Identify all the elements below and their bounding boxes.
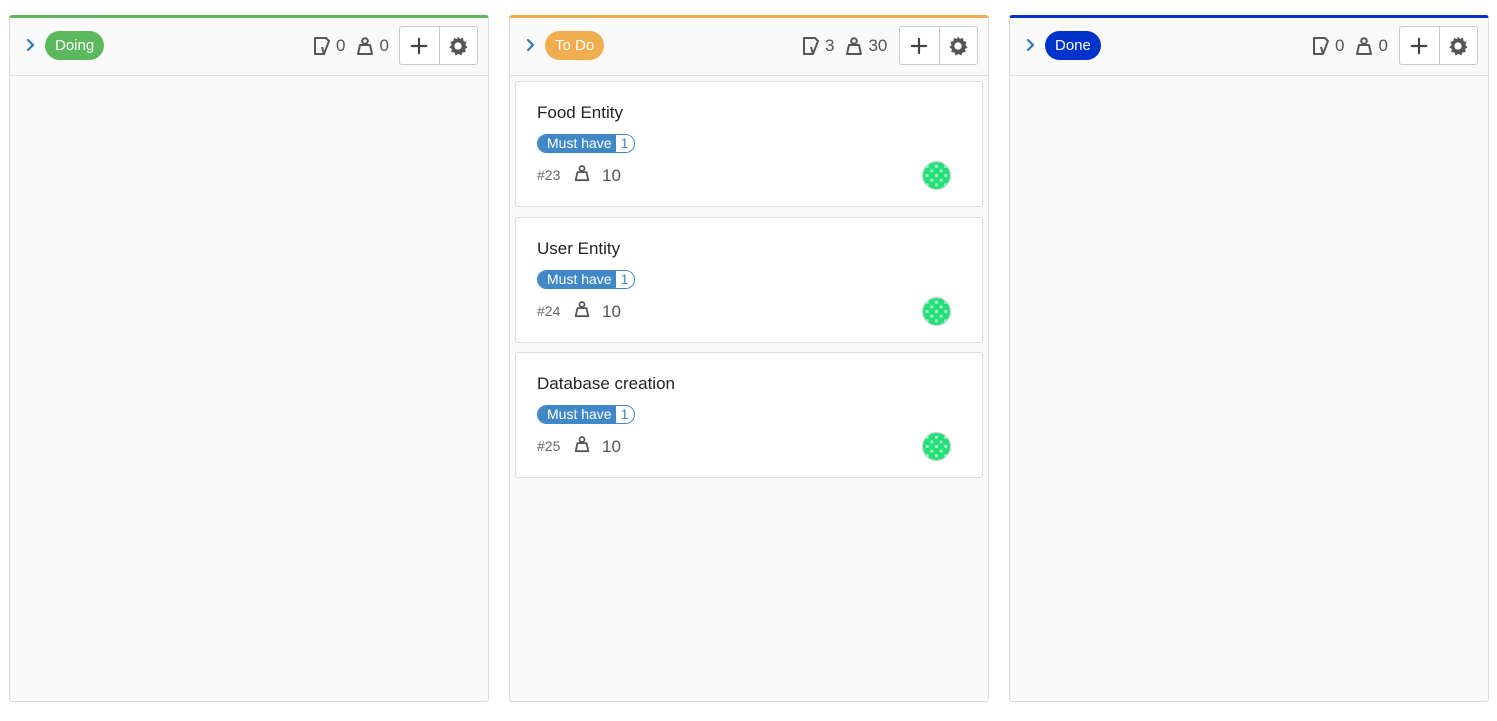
card-title[interactable]: User Entity: [537, 239, 620, 259]
card-icon: [1311, 36, 1331, 56]
gear-icon: [947, 35, 969, 57]
card-number: #25: [537, 438, 561, 454]
column-header: Doing 0 0: [10, 18, 488, 76]
chevron-right-icon[interactable]: [524, 38, 538, 52]
column-doing: Doing 0 0: [9, 15, 489, 702]
tag-count: 1: [615, 406, 635, 423]
priority-tag[interactable]: Must have 1: [537, 405, 636, 424]
column-label[interactable]: To Do: [545, 31, 605, 60]
column-done: Done 0 0: [1009, 15, 1489, 702]
card-weight: 10: [602, 166, 621, 185]
column-actions: [899, 26, 978, 65]
column-header: To Do 3 30: [510, 18, 988, 76]
add-card-button[interactable]: [1400, 27, 1439, 64]
card-weight: 10: [602, 437, 621, 456]
column-settings-button[interactable]: [438, 27, 478, 64]
card[interactable]: Database creation Must have 1 #25 10: [515, 352, 983, 478]
weight-icon: [844, 36, 864, 56]
column-stats: 0 0: [312, 35, 399, 57]
column-header: Done 0 0: [1010, 18, 1488, 76]
card-weight: 10: [602, 302, 621, 321]
column-stats: 0 0: [1311, 35, 1398, 57]
tag-label: Must have: [538, 271, 616, 288]
column-label[interactable]: Doing: [45, 31, 105, 60]
gear-icon: [1447, 35, 1469, 57]
board: Doing 0 0 To Do 3 30 Food Entity Must ha…: [0, 0, 1497, 721]
plus-icon: [410, 37, 428, 55]
weight-total: 30: [868, 36, 888, 55]
column-label[interactable]: Done: [1045, 31, 1101, 60]
card-title[interactable]: Database creation: [537, 374, 675, 394]
weight-total: 0: [379, 36, 389, 55]
tag-label: Must have: [538, 135, 616, 152]
card-number: #23: [537, 167, 561, 183]
card[interactable]: User Entity Must have 1 #24 10: [515, 217, 983, 343]
weight-total: 0: [1378, 36, 1388, 55]
weight-icon: [573, 164, 591, 182]
card-icon: [312, 36, 332, 56]
column-settings-button[interactable]: [938, 27, 978, 64]
weight-icon: [573, 435, 591, 453]
weight-icon: [355, 36, 375, 56]
avatar[interactable]: [922, 161, 951, 190]
add-card-button[interactable]: [400, 27, 439, 64]
plus-icon: [1410, 37, 1428, 55]
weight-icon: [1354, 36, 1374, 56]
card-count: 3: [825, 36, 835, 55]
avatar[interactable]: [922, 432, 951, 461]
column-todo: To Do 3 30 Food Entity Must have 1 #23 1…: [509, 15, 989, 702]
card-title[interactable]: Food Entity: [537, 103, 623, 123]
avatar[interactable]: [922, 297, 951, 326]
card[interactable]: Food Entity Must have 1 #23 10: [515, 81, 983, 207]
column-actions: [1399, 26, 1478, 65]
card-count: 0: [1335, 36, 1345, 55]
weight-icon: [573, 300, 591, 318]
plus-icon: [910, 37, 928, 55]
card-icon: [801, 36, 821, 56]
priority-tag[interactable]: Must have 1: [537, 134, 636, 153]
tag-label: Must have: [538, 406, 616, 423]
card-count: 0: [336, 36, 346, 55]
chevron-right-icon[interactable]: [1024, 38, 1038, 52]
gear-icon: [447, 35, 469, 57]
card-number: #24: [537, 303, 561, 319]
column-stats: 3 30: [801, 35, 897, 57]
tag-count: 1: [615, 135, 635, 152]
tag-count: 1: [615, 271, 635, 288]
priority-tag[interactable]: Must have 1: [537, 270, 636, 289]
column-settings-button[interactable]: [1438, 27, 1478, 64]
add-card-button[interactable]: [900, 27, 939, 64]
chevron-right-icon[interactable]: [24, 38, 38, 52]
column-actions: [399, 26, 478, 65]
